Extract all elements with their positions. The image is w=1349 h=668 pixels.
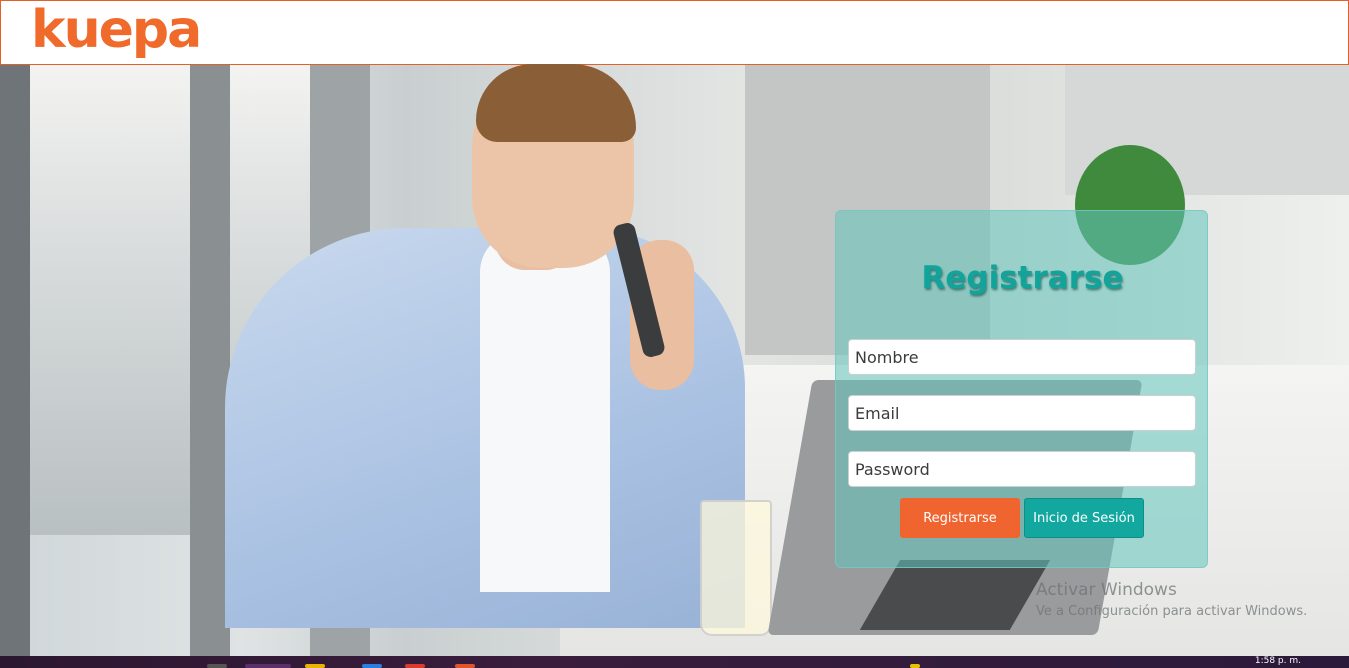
name-input[interactable] xyxy=(848,339,1196,375)
app-icon[interactable] xyxy=(455,664,475,668)
folder-icon[interactable] xyxy=(305,664,325,668)
chrome-icon[interactable] xyxy=(405,664,425,668)
top-header: kuepa xyxy=(0,0,1349,65)
activation-subtitle: Ve a Configuración para activar Windows. xyxy=(1036,604,1308,619)
windows-activation-watermark: Activar Windows Ve a Configuración para … xyxy=(1036,580,1307,619)
windows-taskbar: 1:58 p. m. xyxy=(0,656,1349,668)
taskbar-app-icon[interactable] xyxy=(207,664,227,668)
tray-icon[interactable] xyxy=(910,664,920,668)
drink-glass xyxy=(700,500,772,636)
window-pane xyxy=(30,65,190,535)
register-card: Registrarse Registrarse Inicio de Sesión xyxy=(835,210,1208,568)
email-input[interactable] xyxy=(848,395,1196,431)
person-shirt xyxy=(480,232,610,592)
browser-icon[interactable] xyxy=(362,664,382,668)
window-frame xyxy=(190,65,230,656)
taskbar-app-icon[interactable] xyxy=(245,664,291,668)
taskbar-clock[interactable]: 1:58 p. m. xyxy=(1255,657,1301,666)
register-title: Registrarse xyxy=(921,260,1124,296)
register-button[interactable]: Registrarse xyxy=(900,498,1020,538)
password-input[interactable] xyxy=(848,451,1196,487)
kuepa-logo[interactable]: kuepa xyxy=(31,1,202,59)
window-frame xyxy=(0,65,30,656)
login-button[interactable]: Inicio de Sesión xyxy=(1024,498,1144,538)
activation-title: Activar Windows xyxy=(1036,580,1177,600)
